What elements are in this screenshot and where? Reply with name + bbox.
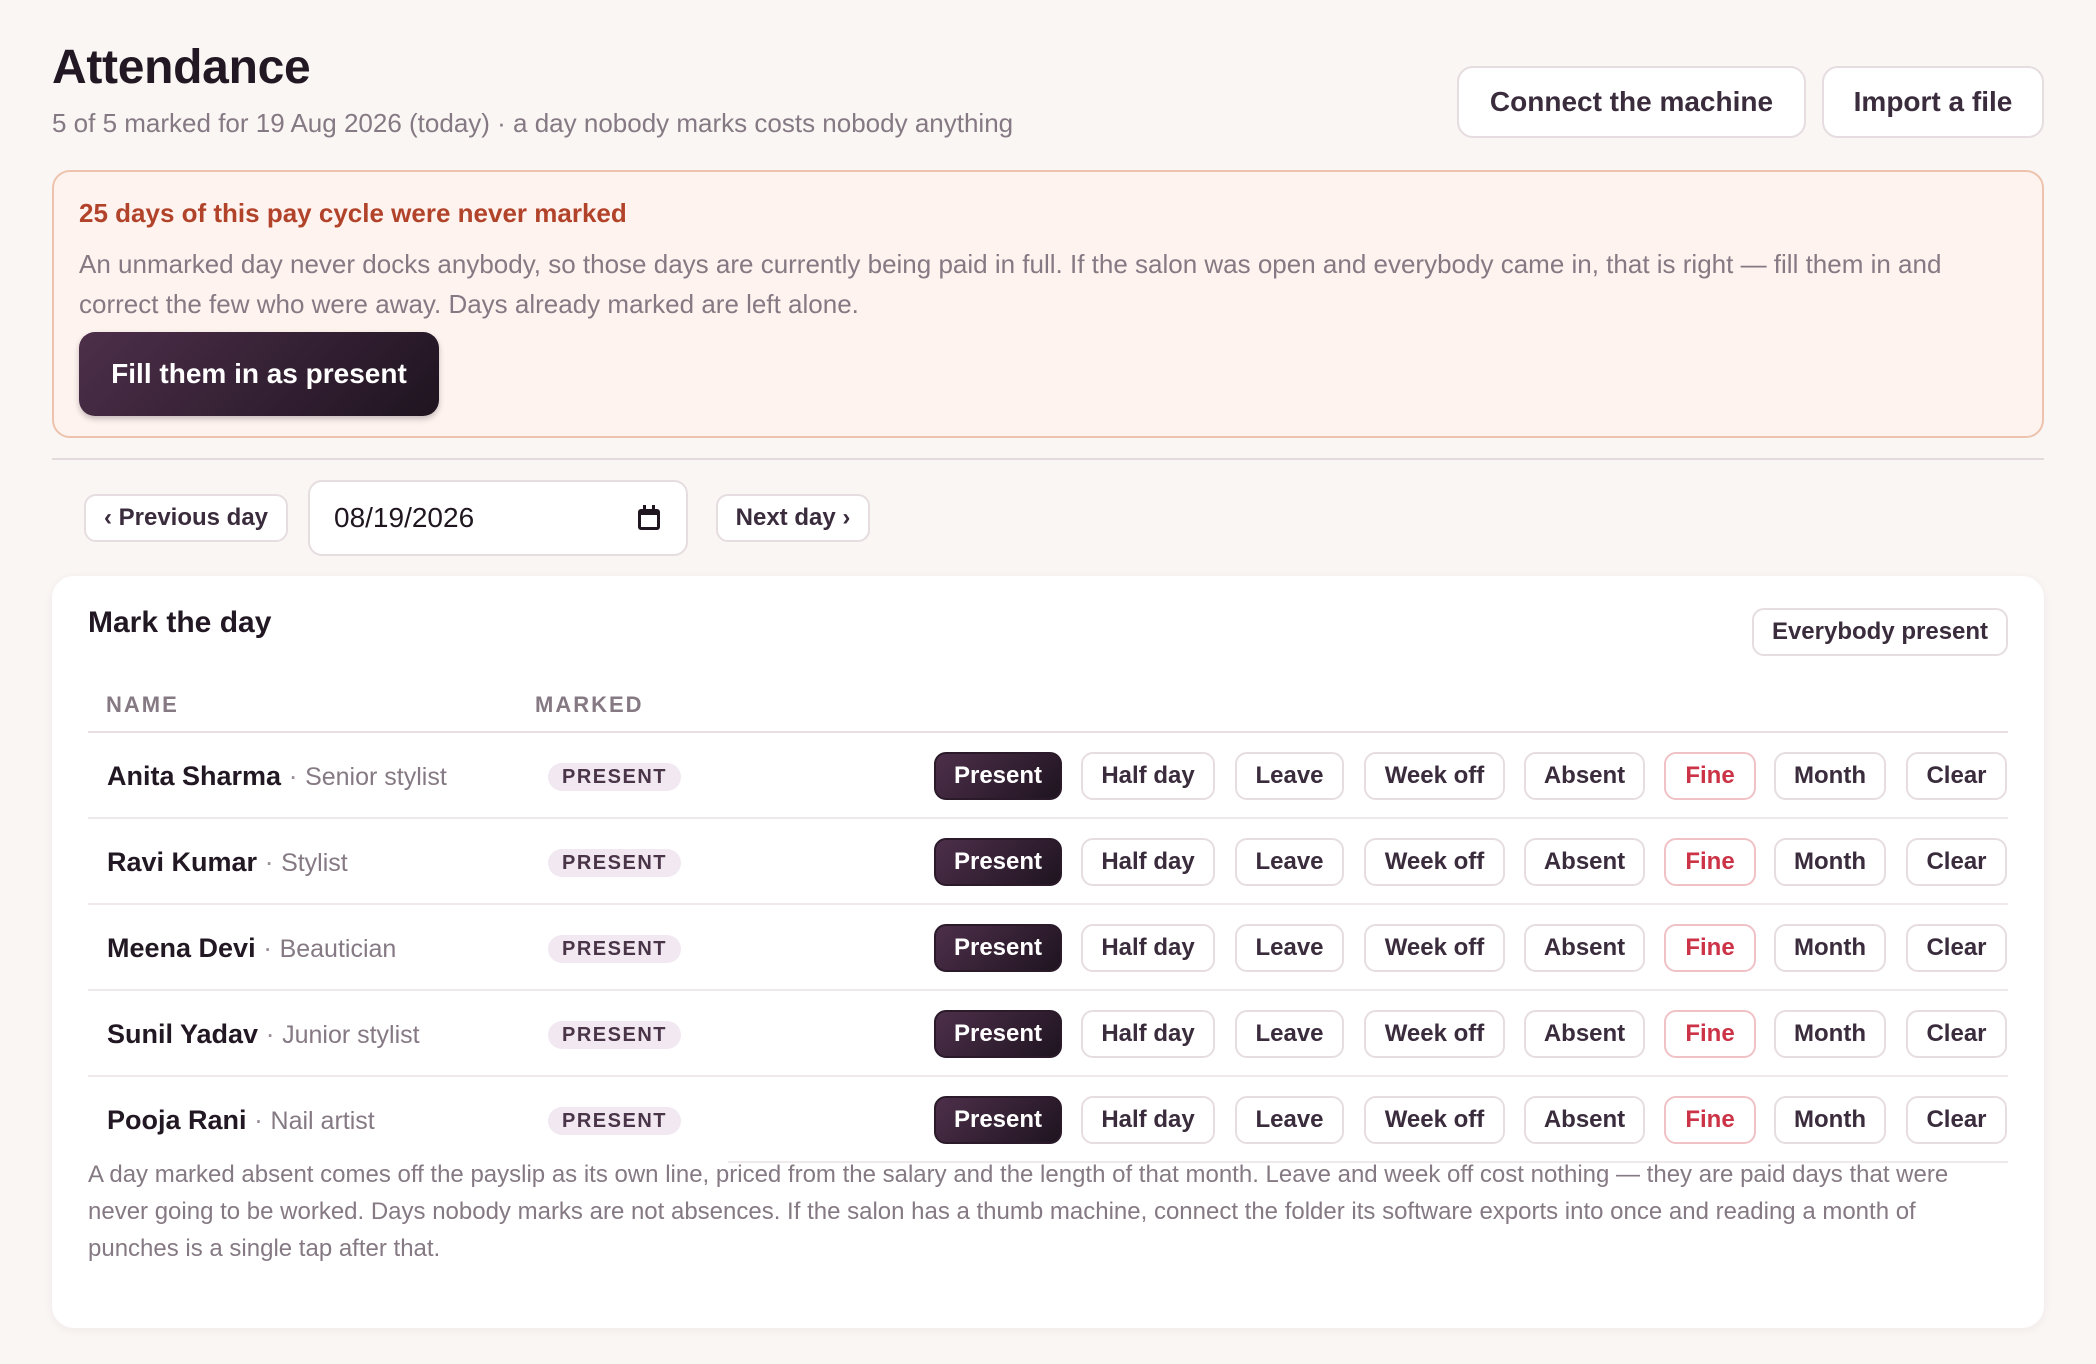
week-off-option-button[interactable]: Week off [1364, 838, 1505, 886]
separator: · [258, 1019, 283, 1049]
employee-role: Nail artist [270, 1107, 375, 1135]
mark-day-card: Mark the day Everybody present NAME MARK… [52, 576, 2044, 1328]
employee-name: Anita Sharma [107, 761, 282, 791]
date-input[interactable]: 08/19/2026 [308, 480, 688, 556]
employee-cell: Anita Sharma · Senior stylist [107, 761, 447, 792]
employee-name: Ravi Kumar [107, 847, 258, 877]
present-option-button[interactable]: Present [934, 924, 1062, 972]
absent-option-button[interactable]: Absent [1524, 752, 1645, 800]
present-option-button[interactable]: Present [934, 1096, 1062, 1144]
column-header-marked: MARKED [535, 692, 644, 717]
table-row: Ravi Kumar · Stylist PRESENT Present Half d… [88, 819, 2008, 905]
leave-option-button[interactable]: Leave [1235, 838, 1344, 886]
month-option-button[interactable]: Month [1774, 924, 1886, 972]
table-row: Meena Devi · Beautician PRESENT Present Hal… [88, 905, 2008, 991]
leave-option-button[interactable]: Leave [1235, 752, 1344, 800]
status-badge: PRESENT [548, 763, 681, 791]
half-day-option-button[interactable]: Half day [1081, 1010, 1215, 1058]
employee-cell: Meena Devi · Beautician [107, 933, 396, 964]
employee-cell: Sunil Yadav · Junior stylist [107, 1019, 420, 1050]
table-row: Anita Sharma · Senior stylist PRESENT Pres… [88, 733, 2008, 819]
fine-option-button[interactable]: Fine [1664, 1096, 1756, 1144]
half-day-option-button[interactable]: Half day [1081, 924, 1215, 972]
fill-present-button[interactable]: Fill them in as present [79, 332, 439, 416]
leave-option-button[interactable]: Leave [1235, 924, 1344, 972]
fine-option-button[interactable]: Fine [1664, 1010, 1756, 1058]
attendance-page: Attendance 5 of 5 marked for 19 Aug 2026… [0, 0, 2096, 1364]
employee-name: Pooja Rani [107, 1105, 247, 1135]
explanation-note: A day marked absent comes off the paysli… [88, 1161, 1949, 1262]
month-option-button[interactable]: Month [1774, 1096, 1886, 1144]
half-day-option-button[interactable]: Half day [1081, 838, 1215, 886]
present-option-button[interactable]: Present [934, 1010, 1062, 1058]
next-day-button[interactable]: Next day › [716, 494, 870, 542]
fine-option-button[interactable]: Fine [1664, 838, 1756, 886]
present-option-button[interactable]: Present [934, 838, 1062, 886]
month-option-button[interactable]: Month [1774, 1010, 1886, 1058]
separator: · [281, 761, 306, 791]
employee-role: Senior stylist [305, 763, 447, 791]
week-off-option-button[interactable]: Week off [1364, 1010, 1505, 1058]
clear-option-button[interactable]: Clear [1906, 924, 2007, 972]
status-badge: PRESENT [548, 849, 681, 877]
fine-option-button[interactable]: Fine [1664, 924, 1756, 972]
employee-role: Junior stylist [282, 1021, 420, 1049]
absent-option-button[interactable]: Absent [1524, 1096, 1645, 1144]
employee-cell: Ravi Kumar · Stylist [107, 847, 348, 878]
absent-option-button[interactable]: Absent [1524, 1010, 1645, 1058]
leave-option-button[interactable]: Leave [1235, 1010, 1344, 1058]
fine-option-button[interactable]: Fine [1664, 752, 1756, 800]
absent-option-button[interactable]: Absent [1524, 838, 1645, 886]
separator: · [246, 1105, 271, 1135]
clear-option-button[interactable]: Clear [1906, 1096, 2007, 1144]
date-value: 08/19/2026 [334, 502, 475, 533]
week-off-option-button[interactable]: Week off [1364, 752, 1505, 800]
clear-option-button[interactable]: Clear [1906, 1010, 2007, 1058]
present-option-button[interactable]: Present [934, 752, 1062, 800]
connect-machine-button[interactable]: Connect the machine [1457, 66, 1806, 138]
status-badge: PRESENT [548, 1107, 681, 1135]
status-badge: PRESENT [548, 1021, 681, 1049]
calendar-icon[interactable] [636, 505, 662, 531]
absent-option-button[interactable]: Absent [1524, 924, 1645, 972]
month-option-button[interactable]: Month [1774, 752, 1886, 800]
clear-option-button[interactable]: Clear [1906, 838, 2007, 886]
page-title: Attendance [52, 41, 311, 94]
card-title: Mark the day [88, 606, 272, 639]
week-off-option-button[interactable]: Week off [1364, 1096, 1505, 1144]
import-file-button[interactable]: Import a file [1822, 66, 2044, 138]
half-day-option-button[interactable]: Half day [1081, 1096, 1215, 1144]
employee-name: Meena Devi [107, 933, 256, 963]
status-badge: PRESENT [548, 935, 681, 963]
column-header-name: NAME [106, 692, 179, 717]
separator: · [255, 933, 280, 963]
unmarked-days-warning: 25 days of this pay cycle were never mar… [52, 170, 2044, 438]
week-off-option-button[interactable]: Week off [1364, 924, 1505, 972]
leave-option-button[interactable]: Leave [1235, 1096, 1344, 1144]
warning-title: 25 days of this pay cycle were never mar… [79, 198, 627, 228]
employee-role: Beautician [279, 935, 397, 963]
warning-body: An unmarked day never docks anybody, so … [79, 249, 1942, 319]
employee-name: Sunil Yadav [107, 1019, 259, 1049]
previous-day-button[interactable]: ‹ Previous day [84, 494, 288, 542]
half-day-option-button[interactable]: Half day [1081, 752, 1215, 800]
table-row: Pooja Rani · Nail artist PRESENT Present Ha… [88, 1077, 2008, 1163]
employee-role: Stylist [281, 849, 348, 877]
clear-option-button[interactable]: Clear [1906, 752, 2007, 800]
page-subtitle: 5 of 5 marked for 19 Aug 2026 (today) · … [52, 108, 1014, 138]
section-divider [52, 458, 2044, 460]
table-row: Sunil Yadav · Junior stylist PRESENT Prese… [88, 991, 2008, 1077]
employee-cell: Pooja Rani · Nail artist [107, 1105, 375, 1136]
month-option-button[interactable]: Month [1774, 838, 1886, 886]
separator: · [257, 847, 282, 877]
everybody-present-button[interactable]: Everybody present [1752, 608, 2008, 656]
